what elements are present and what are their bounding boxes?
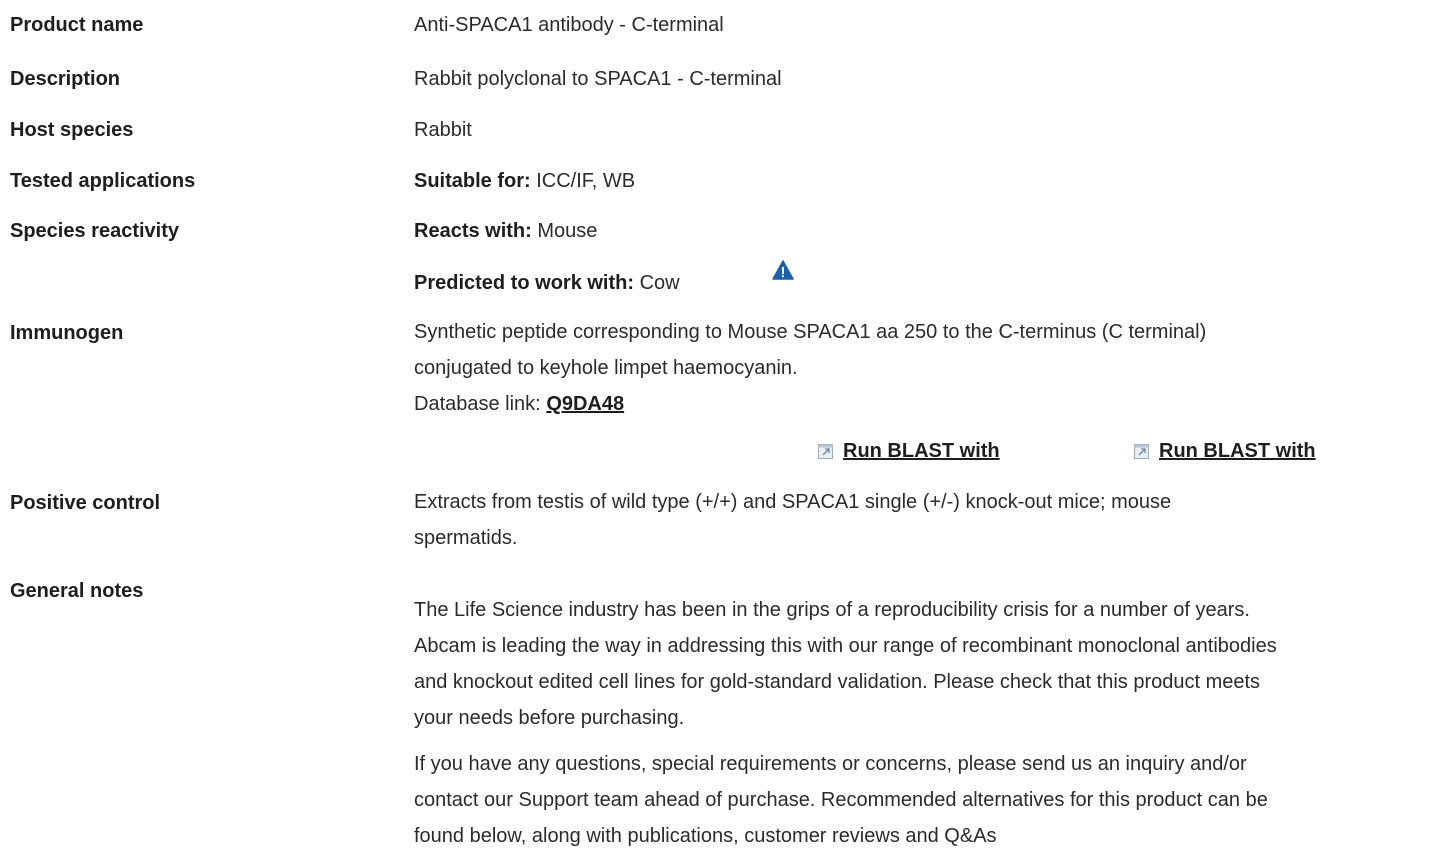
positive-control-line-1: Extracts from testis of wild type (+/+) …: [414, 491, 1172, 513]
immunogen-line-1: Synthetic peptide corresponding to Mouse…: [414, 321, 1207, 343]
positive-control-label: Positive control: [10, 492, 161, 514]
reacts-with-key: Reacts with:: [414, 220, 532, 242]
general-notes-line: The Life Science industry has been in th…: [414, 599, 1250, 621]
suitable-for-value: ICC/IF, WB: [536, 170, 636, 192]
general-notes-paragraph-1: The Life Science industry has been in th…: [414, 592, 1277, 736]
general-notes-line: your needs before purchasing.: [414, 707, 685, 729]
immunogen-value: Synthetic peptide corresponding to Mouse…: [414, 314, 1206, 422]
warning-triangle-icon[interactable]: [772, 260, 794, 280]
positive-control-value: Extracts from testis of wild type (+/+) …: [414, 484, 1171, 556]
external-link-icon: [818, 444, 833, 459]
predicted-value: Cow: [639, 272, 680, 294]
tested-applications-value: Suitable for: ICC/IF, WB: [414, 170, 635, 193]
suitable-for-key: Suitable for:: [414, 170, 531, 192]
description-value: Rabbit polyclonal to SPACA1 - C-terminal: [414, 68, 782, 90]
database-link-q9da48[interactable]: Q9DA48: [546, 393, 624, 415]
positive-control-line-2: spermatids.: [414, 527, 518, 549]
host-species-value: Rabbit: [414, 119, 472, 141]
species-reactivity-label: Species reactivity: [10, 220, 179, 242]
predicted-row: Predicted to work with: Cow: [414, 272, 680, 295]
run-blast-label-1[interactable]: Run BLAST with: [843, 440, 1000, 463]
general-notes-line: found below, along with publications, cu…: [414, 825, 997, 847]
description-label: Description: [10, 68, 121, 90]
immunogen-label: Immunogen: [10, 322, 124, 344]
run-blast-link-1[interactable]: Run BLAST with: [818, 440, 1000, 463]
external-link-icon: [1134, 444, 1149, 459]
general-notes-label: General notes: [10, 580, 144, 602]
general-notes-line: Abcam is leading the way in addressing t…: [414, 635, 1277, 657]
reacts-with-row: Reacts with: Mouse: [414, 220, 597, 243]
product-name-value: Anti-SPACA1 antibody - C-terminal: [414, 14, 724, 36]
run-blast-label-2[interactable]: Run BLAST with: [1159, 440, 1316, 463]
host-species-label: Host species: [10, 119, 134, 141]
database-link-prefix: Database link:: [414, 393, 541, 415]
predicted-key: Predicted to work with:: [414, 272, 635, 294]
database-link-row: Database link: Q9DA48: [414, 386, 1206, 422]
general-notes-line: If you have any questions, special requi…: [414, 753, 1247, 775]
tested-applications-label: Tested applications: [10, 170, 196, 192]
run-blast-link-2[interactable]: Run BLAST with: [1134, 440, 1316, 463]
product-name-label: Product name: [10, 14, 144, 36]
general-notes-line: contact our Support team ahead of purcha…: [414, 789, 1268, 811]
general-notes-paragraph-2: If you have any questions, special requi…: [414, 746, 1268, 854]
immunogen-line-2: conjugated to keyhole limpet haemocyanin…: [414, 357, 798, 379]
general-notes-line: and knockout edited cell lines for gold-…: [414, 671, 1261, 693]
reacts-with-value: Mouse: [537, 220, 598, 242]
